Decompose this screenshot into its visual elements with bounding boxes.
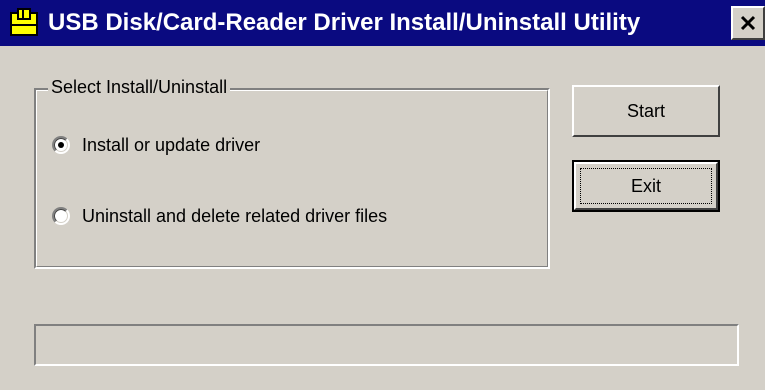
- title-bar[interactable]: USB Disk/Card-Reader Driver Install/Unin…: [0, 0, 765, 46]
- groupbox-legend: Select Install/Uninstall: [48, 75, 231, 99]
- radio-install-label[interactable]: Install or update driver: [82, 135, 260, 156]
- close-icon: [740, 15, 756, 31]
- window-title: USB Disk/Card-Reader Driver Install/Unin…: [48, 9, 641, 36]
- installer-window: USB Disk/Card-Reader Driver Install/Unin…: [0, 0, 765, 390]
- usb-driver-icon: [10, 8, 38, 36]
- install-mode-groupbox: [34, 88, 550, 269]
- radio-uninstall-label[interactable]: Uninstall and delete related driver file…: [82, 206, 387, 227]
- status-bar: [34, 324, 739, 366]
- start-button-label: Start: [626, 100, 665, 121]
- close-button[interactable]: [731, 6, 765, 40]
- exit-button[interactable]: Exit: [572, 160, 720, 212]
- radio-uninstall-option[interactable]: Uninstall and delete related driver file…: [52, 202, 387, 230]
- radio-install-option[interactable]: Install or update driver: [52, 131, 260, 159]
- start-button[interactable]: Start: [572, 85, 720, 137]
- exit-button-label: Exit: [630, 175, 661, 196]
- radio-uninstall[interactable]: [52, 207, 70, 225]
- radio-install[interactable]: [52, 136, 70, 154]
